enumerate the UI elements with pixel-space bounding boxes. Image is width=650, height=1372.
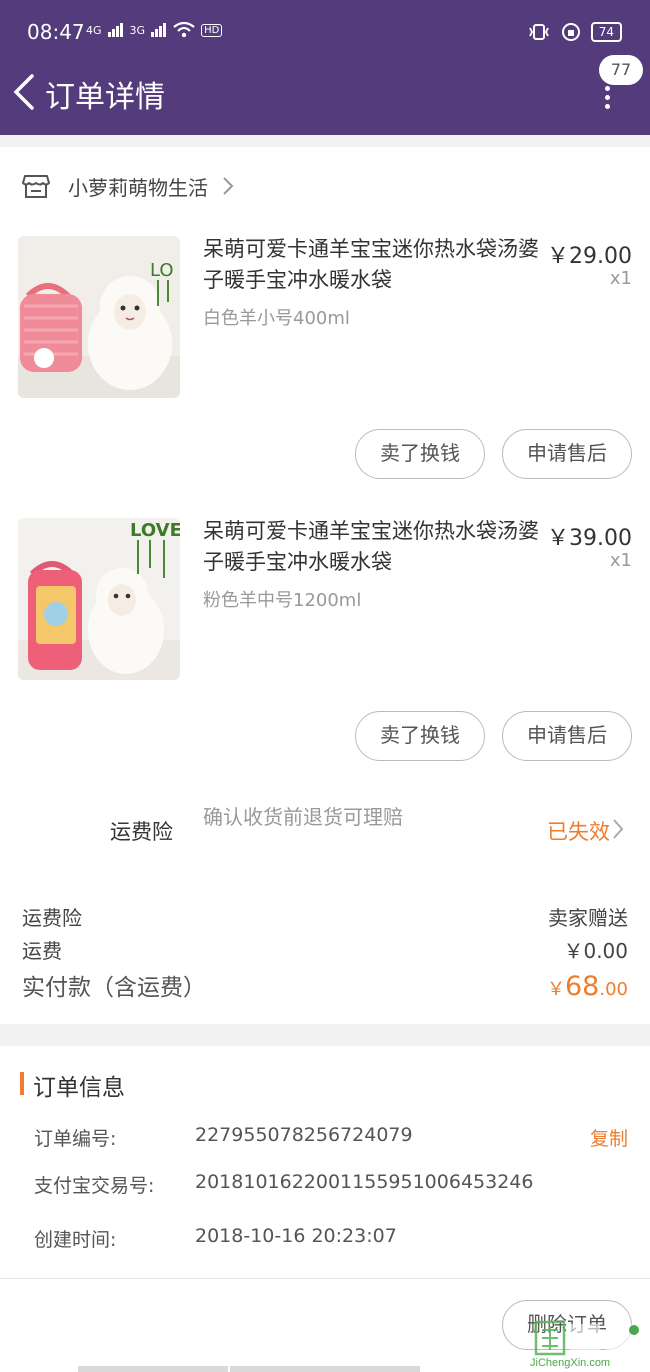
sell-button[interactable]: 卖了换钱: [355, 711, 485, 761]
shop-name: 小萝莉萌物生活: [68, 175, 208, 200]
created-time-label: 创建时间:: [34, 1229, 117, 1251]
product-image[interactable]: LO: [18, 236, 180, 398]
section-divider: [0, 1024, 650, 1046]
section-divider: [0, 1278, 650, 1279]
product-sku: 粉色羊中号1200ml: [203, 590, 362, 611]
summary-insurance-row: 运费险 卖家赠送: [22, 902, 628, 931]
product-price: ￥29.00: [547, 244, 632, 269]
section-accent-bar: [20, 1072, 24, 1095]
summary-shipping-value: ￥0.00: [563, 939, 628, 963]
product-thumbnail-graphic: LOVE: [18, 518, 180, 680]
product-quantity: x1: [609, 550, 632, 571]
status-bar: 08:47 4G 3G HD 74: [0, 0, 650, 60]
summary-shipping-row: 运费 ￥0.00: [22, 935, 628, 964]
status-time: 08:47: [27, 20, 85, 44]
section-divider: [0, 135, 650, 147]
scroll-indicator: [78, 1366, 228, 1372]
store-icon: [22, 175, 50, 198]
alipay-trade-value: 2018101622001155951006453246: [195, 1171, 534, 1193]
battery-indicator: 74: [590, 22, 622, 42]
alipay-trade-label: 支付宝交易号:: [34, 1175, 155, 1197]
sell-button[interactable]: 卖了换钱: [355, 429, 485, 479]
order-number-label: 订单编号:: [34, 1128, 117, 1150]
back-arrow-icon[interactable]: [10, 70, 40, 114]
total-integer: 68: [565, 971, 600, 1002]
svg-text:LOVE: LOVE: [130, 520, 180, 541]
after-sale-button[interactable]: 申请售后: [502, 429, 632, 479]
alarm-icon: [561, 23, 580, 41]
page-title: 订单详情: [45, 80, 165, 115]
shop-link[interactable]: 小萝莉萌物生活: [22, 168, 234, 204]
more-menu-icon[interactable]: [603, 86, 611, 110]
product-price: ￥39.00: [547, 526, 632, 551]
product-title[interactable]: 呆萌可爱卡通羊宝宝迷你热水袋汤婆子暖手宝冲水暖水袋: [203, 234, 543, 296]
shipping-insurance-description: 确认收货前退货可理赔: [203, 805, 403, 829]
status-right-icons: 74: [527, 22, 622, 42]
scroll-indicator: [230, 1366, 420, 1372]
after-sale-button[interactable]: 申请售后: [502, 711, 632, 761]
summary-insurance-label: 运费险: [22, 906, 82, 930]
network-3g-label: 3G: [129, 23, 146, 37]
chevron-right-icon[interactable]: [612, 818, 624, 840]
total-amount: ￥68.00: [547, 971, 628, 1002]
signal-icon: [151, 23, 167, 37]
chevron-right-icon: [223, 177, 234, 195]
wifi-icon: [173, 22, 195, 38]
product-image[interactable]: LOVE: [18, 518, 180, 680]
order-info-title: 订单信息: [33, 1075, 125, 1101]
summary-shipping-label: 运费: [22, 939, 62, 963]
shipping-insurance-label: 运费险: [110, 820, 173, 844]
total-decimal: .00: [599, 979, 628, 1000]
hd-label: HD: [201, 23, 223, 37]
product-thumbnail-graphic: LO: [18, 236, 180, 398]
network-4g-label: 4G: [86, 23, 102, 37]
status-network-icons: 4G 3G HD: [86, 22, 223, 38]
watermark-text: JiChengXin.com: [530, 1357, 611, 1369]
product-quantity: x1: [609, 268, 632, 289]
product-sku: 白色羊小号400ml: [203, 308, 350, 329]
signal-icon: [107, 23, 123, 37]
order-number-value: 227955078256724079: [195, 1124, 413, 1146]
vibrate-icon: [528, 24, 549, 40]
created-time-value: 2018-10-16 20:23:07: [195, 1225, 397, 1247]
summary-total-row: 实付款（含运费） ￥68.00: [22, 968, 628, 1002]
copy-button[interactable]: 复制: [590, 1124, 628, 1151]
total-currency: ￥: [547, 979, 565, 1000]
shipping-insurance-status[interactable]: 已失效: [547, 816, 610, 846]
app-header: 08:47 4G 3G HD 74 订单详情 77: [0, 0, 650, 135]
product-title[interactable]: 呆萌可爱卡通羊宝宝迷你热水袋汤婆子暖手宝冲水暖水袋: [203, 516, 543, 578]
total-label: 实付款（含运费）: [22, 975, 206, 1001]
summary-insurance-value: 卖家赠送: [548, 906, 628, 930]
message-count-badge[interactable]: 77: [599, 55, 643, 85]
svg-text:LO: LO: [150, 260, 174, 281]
